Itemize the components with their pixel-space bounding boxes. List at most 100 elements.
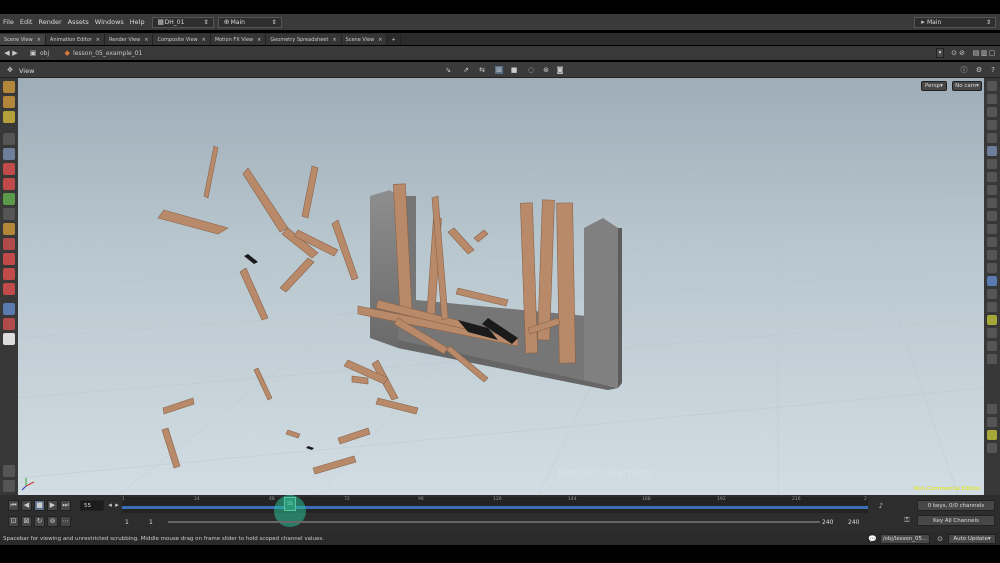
persp-menu-button[interactable]: Persp ▾: [921, 81, 947, 91]
cook-icon[interactable]: ⊙: [936, 535, 944, 543]
chat-icon[interactable]: 💬: [868, 535, 877, 543]
snap-point-icon[interactable]: ⇆: [478, 66, 486, 74]
template-icon[interactable]: [987, 263, 997, 273]
close-icon[interactable]: ×: [144, 37, 148, 43]
frame-ruler[interactable]: 1 24 48 72 96 120 144 168 192 216 2 55: [122, 497, 868, 513]
pivot-icon[interactable]: [3, 283, 15, 295]
close-icon[interactable]: ×: [202, 37, 206, 43]
menu-edit[interactable]: Edit: [17, 18, 36, 26]
light-bulb-icon[interactable]: [987, 211, 997, 221]
bake-icon[interactable]: ⊠: [21, 516, 32, 527]
tab-render-view[interactable]: Render View ×: [105, 34, 154, 45]
shading-icon[interactable]: [987, 146, 997, 156]
play-reverse-icon[interactable]: ◀: [21, 500, 32, 511]
tab-scene-view-2[interactable]: Scene View ×: [341, 34, 388, 45]
skip-start-icon[interactable]: ⏮: [8, 500, 19, 511]
desktop-select[interactable]: ▦ DH_01 ⇕: [151, 16, 214, 28]
move-icon[interactable]: [3, 178, 15, 190]
menu-windows[interactable]: Windows: [92, 18, 127, 26]
pose-icon[interactable]: [3, 223, 15, 235]
paint-brush-icon[interactable]: [3, 81, 15, 93]
tab-composite-view[interactable]: Composite View ×: [153, 34, 211, 45]
paint-bucket-icon[interactable]: [3, 480, 15, 492]
home-icon[interactable]: [987, 120, 997, 130]
path-root[interactable]: obj: [40, 50, 49, 57]
select-arrow-icon[interactable]: [3, 133, 15, 145]
crop-icon[interactable]: [3, 238, 15, 250]
session-select[interactable]: ⊕ Main ⇕: [217, 16, 282, 28]
background-icon[interactable]: [987, 289, 997, 299]
sculpt-icon[interactable]: [3, 96, 15, 108]
lock-icon[interactable]: [987, 107, 997, 117]
color-wheel-icon[interactable]: [3, 465, 15, 477]
snap-grid-icon[interactable]: ⇗: [462, 66, 470, 74]
auto-update-menu[interactable]: Auto Update ▾: [948, 533, 996, 544]
edge-icon[interactable]: [987, 341, 997, 351]
audio-icon[interactable]: ♪: [877, 502, 885, 510]
right-session-select[interactable]: ▸ Main ⇕: [914, 16, 996, 28]
camera-menu-button[interactable]: No cam ▾: [952, 81, 982, 91]
point-icon[interactable]: [987, 159, 997, 169]
range-end[interactable]: 240: [822, 519, 833, 526]
skip-end-icon[interactable]: ⏭: [60, 500, 71, 511]
sync-icon[interactable]: ⊚: [47, 516, 58, 527]
handle-icon[interactable]: [3, 163, 15, 175]
display-options-icon[interactable]: [987, 224, 997, 234]
wireframe-icon[interactable]: [987, 185, 997, 195]
camera-view-icon[interactable]: [987, 81, 997, 91]
split-icon[interactable]: ▥: [980, 49, 988, 57]
bounding-box-icon[interactable]: [987, 315, 997, 325]
render-region-icon[interactable]: [987, 430, 997, 440]
close-icon[interactable]: ×: [96, 37, 100, 43]
grid-icon[interactable]: [987, 94, 997, 104]
camera-icon[interactable]: ◙: [556, 66, 564, 74]
menu-assets[interactable]: Assets: [65, 18, 92, 26]
close-icon[interactable]: ×: [37, 37, 41, 43]
normal-icon[interactable]: [987, 172, 997, 182]
current-frame-field[interactable]: 55: [80, 500, 104, 511]
menu-render[interactable]: Render: [35, 18, 64, 26]
ghost-icon[interactable]: [987, 198, 997, 208]
primitive-icon[interactable]: [987, 354, 997, 364]
add-tab-button[interactable]: +: [387, 34, 401, 45]
bowl-icon[interactable]: [3, 333, 15, 345]
frames-icon[interactable]: ⋯: [60, 516, 71, 527]
tab-scene-view[interactable]: Scene View ×: [0, 34, 46, 45]
geometry-icon[interactable]: [3, 303, 15, 315]
gear-icon[interactable]: ⚙: [975, 66, 983, 74]
snap-multi-icon[interactable]: ⊞: [495, 66, 503, 74]
layout-icon[interactable]: ▤: [972, 49, 980, 57]
range-start-2[interactable]: 1: [149, 519, 153, 526]
stop-icon[interactable]: ■: [34, 500, 45, 511]
particle-icon[interactable]: [987, 302, 997, 312]
settings-icon[interactable]: [987, 417, 997, 427]
forward-arrow-icon[interactable]: ▶: [11, 49, 19, 57]
display-icon[interactable]: ■: [510, 66, 518, 74]
maximize-icon[interactable]: ▢: [988, 49, 996, 57]
hide-icon[interactable]: [987, 237, 997, 247]
rotate-icon[interactable]: [3, 193, 15, 205]
path-dropdown-button[interactable]: ▾: [936, 48, 944, 58]
realtime-icon[interactable]: ⊡: [8, 516, 19, 527]
range-end-2[interactable]: 240: [848, 519, 859, 526]
magnet-icon[interactable]: [3, 253, 15, 265]
tab-geometry-spreadsheet[interactable]: Geometry Spreadsheet ×: [266, 34, 342, 45]
node-path-field[interactable]: /obj/lesson_05...: [880, 533, 930, 544]
texture-icon[interactable]: [987, 276, 997, 286]
light-icon[interactable]: ◌: [527, 66, 535, 74]
snap-icon[interactable]: ⇘: [444, 66, 452, 74]
range-slider[interactable]: [168, 521, 820, 523]
close-icon[interactable]: ×: [378, 37, 382, 43]
tab-motion-fx-view[interactable]: Motion FX View ×: [210, 34, 267, 45]
help-icon[interactable]: ?: [989, 66, 997, 74]
render-icon[interactable]: ⊛: [542, 66, 550, 74]
menu-file[interactable]: File: [0, 18, 17, 26]
tab-animation-editor[interactable]: Animation Editor ×: [45, 34, 105, 45]
lock-icon[interactable]: [3, 148, 15, 160]
snapping-magnet-icon[interactable]: [3, 268, 15, 280]
loop-icon[interactable]: ↻: [34, 516, 45, 527]
vertex-icon[interactable]: [987, 328, 997, 338]
isolate-icon[interactable]: [987, 250, 997, 260]
info-icon[interactable]: [987, 404, 997, 414]
keys-channels-display[interactable]: 0 keys, 0/0 channels: [917, 500, 995, 511]
